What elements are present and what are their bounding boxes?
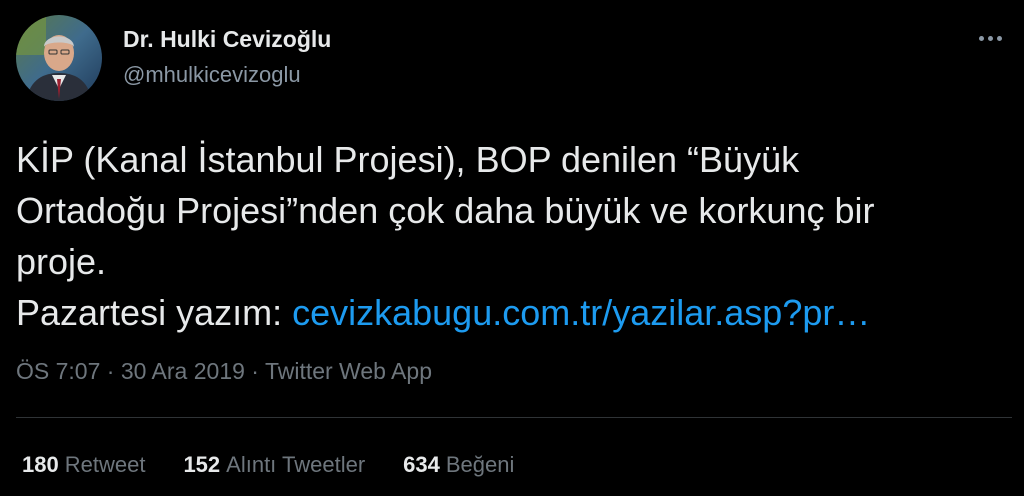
author-name[interactable]: Dr. Hulki Cevizoğlu (123, 26, 331, 53)
tweet-meta: ÖS 7:07 · 30 Ara 2019 · Twitter Web App (16, 358, 432, 385)
quotes-stat[interactable]: 152 Alıntı Tweetler (183, 452, 365, 478)
tweet-text: KİP (Kanal İstanbul Projesi), BOP denile… (16, 134, 1006, 338)
divider (16, 417, 1012, 418)
tweet-source[interactable]: Twitter Web App (265, 358, 432, 384)
tweet-text-line: Pazartesi yazım: cevizkabugu.com.tr/yazi… (16, 287, 1006, 338)
quotes-label: Alıntı Tweetler (226, 452, 366, 477)
more-horizontal-icon-dot (987, 35, 993, 41)
more-options-button[interactable] (968, 26, 1012, 50)
meta-separator: · (251, 358, 265, 384)
retweets-stat[interactable]: 180 Retweet (22, 452, 145, 478)
tweet-link[interactable]: cevizkabugu.com.tr/yazilar.asp?pr… (292, 292, 870, 333)
likes-label: Beğeni (445, 452, 515, 477)
retweets-label: Retweet (64, 452, 146, 477)
likes-count: 634 (403, 452, 440, 477)
retweets-count: 180 (22, 452, 59, 477)
author-handle[interactable]: @mhulkicevizoglu (123, 62, 301, 88)
avatar-image (16, 15, 102, 101)
tweet-time[interactable]: ÖS 7:07 (16, 358, 100, 384)
quotes-count: 152 (183, 452, 221, 477)
tweet-date[interactable]: 30 Ara 2019 (121, 358, 245, 384)
more-horizontal-icon-dot (996, 35, 1002, 41)
tweet-text-line: proje. (16, 241, 107, 282)
likes-stat[interactable]: 634 Beğeni (403, 452, 514, 478)
tweet-text-prefix: Pazartesi yazım: (16, 292, 293, 333)
meta-separator: · (106, 358, 121, 384)
more-horizontal-icon (978, 35, 984, 41)
tweet-text-line: Ortadoğu Projesi”nden çok daha büyük ve … (16, 190, 875, 231)
tweet-stats: 180 Retweet 152 Alıntı Tweetler 634 Beğeni (22, 452, 514, 478)
avatar[interactable] (16, 15, 102, 101)
tweet-text-line: KİP (Kanal İstanbul Projesi), BOP denile… (16, 139, 800, 180)
